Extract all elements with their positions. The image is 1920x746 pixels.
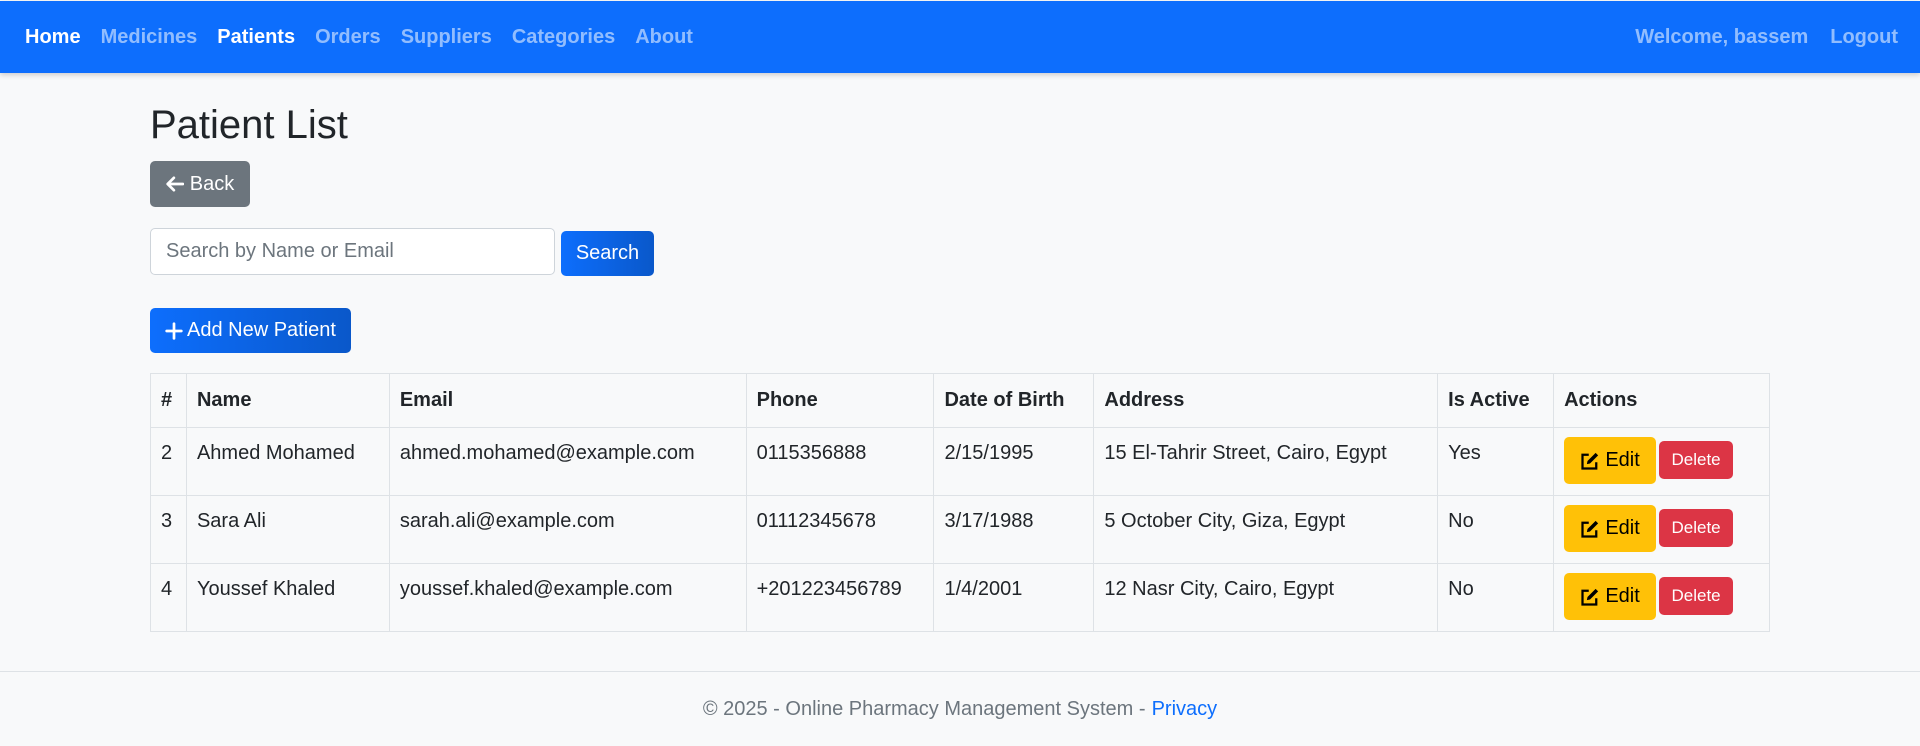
cell-dob: 1/4/2001 [933, 563, 1095, 632]
nav-links: Home Medicines Patients Orders Suppliers… [25, 26, 713, 49]
delete-button[interactable]: Delete [1659, 577, 1734, 615]
nav-user-area: Welcome, bassem Logout [1635, 26, 1920, 49]
edit-button[interactable]: Edit [1564, 505, 1657, 552]
cell-id: 2 [150, 427, 187, 496]
logout-link[interactable]: Logout [1830, 26, 1898, 49]
edit-icon [1581, 588, 1599, 606]
delete-button[interactable]: Delete [1659, 441, 1734, 479]
cell-email: sarah.ali@example.com [388, 495, 747, 564]
nav-patients-link[interactable]: Patients [217, 26, 295, 49]
cell-dob: 3/17/1988 [933, 495, 1095, 564]
cell-active: Yes [1437, 427, 1555, 496]
cell-id: 4 [150, 563, 187, 632]
header-email: Email [388, 373, 747, 428]
header-is-active: Is Active [1437, 373, 1555, 428]
cell-id: 3 [150, 495, 187, 564]
top-navbar: Home Medicines Patients Orders Suppliers… [0, 1, 1920, 73]
cell-address: 12 Nasr City, Cairo, Egypt [1093, 563, 1439, 632]
cell-email: ahmed.mohamed@example.com [388, 427, 747, 496]
cell-address: 5 October City, Giza, Egypt [1093, 495, 1439, 564]
cell-address: 15 El-Tahrir Street, Cairo, Egypt [1093, 427, 1439, 496]
nav-orders-link[interactable]: Orders [315, 26, 381, 49]
header-phone: Phone [745, 373, 935, 428]
patients-table: # Name Email Phone Date of Birth Address… [150, 373, 1770, 632]
edit-button[interactable]: Edit [1564, 437, 1657, 484]
table-row: 4 Youssef Khaled youssef.khaled@example.… [150, 563, 1770, 632]
table-row: 3 Sara Ali sarah.ali@example.com 0111234… [150, 495, 1770, 564]
edit-label: Edit [1605, 517, 1640, 539]
cell-dob: 2/15/1995 [933, 427, 1095, 496]
search-input[interactable] [150, 228, 555, 275]
cell-active: No [1437, 563, 1555, 632]
cell-name: Ahmed Mohamed [185, 427, 390, 496]
plus-icon [165, 321, 183, 340]
page-footer: © 2025 - Online Pharmacy Management Syst… [0, 671, 1920, 746]
edit-icon [1581, 520, 1599, 538]
nav-medicines-link[interactable]: Medicines [101, 26, 198, 49]
header-name: Name [185, 373, 390, 428]
back-button-label: Back [189, 172, 235, 195]
cell-name: Sara Ali [185, 495, 390, 564]
privacy-link[interactable]: Privacy [1152, 698, 1218, 721]
edit-button[interactable]: Edit [1564, 573, 1657, 620]
delete-button[interactable]: Delete [1659, 509, 1734, 547]
add-new-patient-label: Add New Patient [187, 319, 336, 341]
nav-home-link[interactable]: Home [25, 26, 81, 49]
header-number: # [150, 373, 187, 428]
header-date-of-birth: Date of Birth [933, 373, 1095, 428]
nav-suppliers-link[interactable]: Suppliers [401, 26, 492, 49]
cell-active: No [1437, 495, 1555, 564]
cell-actions: Edit Delete [1553, 495, 1770, 564]
arrow-left-icon [166, 176, 184, 192]
cell-name: Youssef Khaled [185, 563, 390, 632]
footer-copyright: © 2025 - Online Pharmacy Management Syst… [702, 697, 1146, 720]
cell-actions: Edit Delete [1553, 427, 1770, 496]
nav-about-link[interactable]: About [635, 26, 693, 49]
header-actions: Actions [1553, 373, 1770, 428]
cell-email: youssef.khaled@example.com [388, 563, 747, 632]
cell-phone: +201223456789 [745, 563, 935, 632]
welcome-user-link[interactable]: Welcome, bassem [1635, 26, 1808, 49]
cell-phone: 0115356888 [745, 427, 935, 496]
back-button[interactable]: Back [150, 161, 250, 207]
edit-label: Edit [1605, 449, 1640, 471]
table-row: 2 Ahmed Mohamed ahmed.mohamed@example.co… [150, 427, 1770, 496]
nav-categories-link[interactable]: Categories [512, 26, 615, 49]
cell-phone: 01112345678 [745, 495, 935, 564]
edit-icon [1581, 452, 1599, 470]
table-header-row: # Name Email Phone Date of Birth Address… [150, 373, 1770, 428]
page-title: Patient List [150, 103, 348, 147]
search-button[interactable]: Search [561, 231, 654, 276]
header-address: Address [1093, 373, 1439, 428]
cell-actions: Edit Delete [1553, 563, 1770, 632]
edit-label: Edit [1605, 585, 1640, 607]
add-new-patient-button[interactable]: Add New Patient [150, 308, 351, 353]
